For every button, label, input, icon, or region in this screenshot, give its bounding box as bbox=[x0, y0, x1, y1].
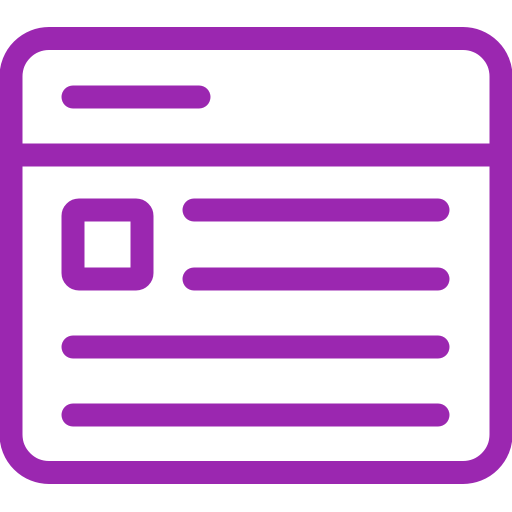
image-thumbnail-placeholder bbox=[61, 198, 154, 291]
browser-window-article-icon bbox=[0, 27, 512, 484]
icon-container bbox=[0, 0, 512, 512]
